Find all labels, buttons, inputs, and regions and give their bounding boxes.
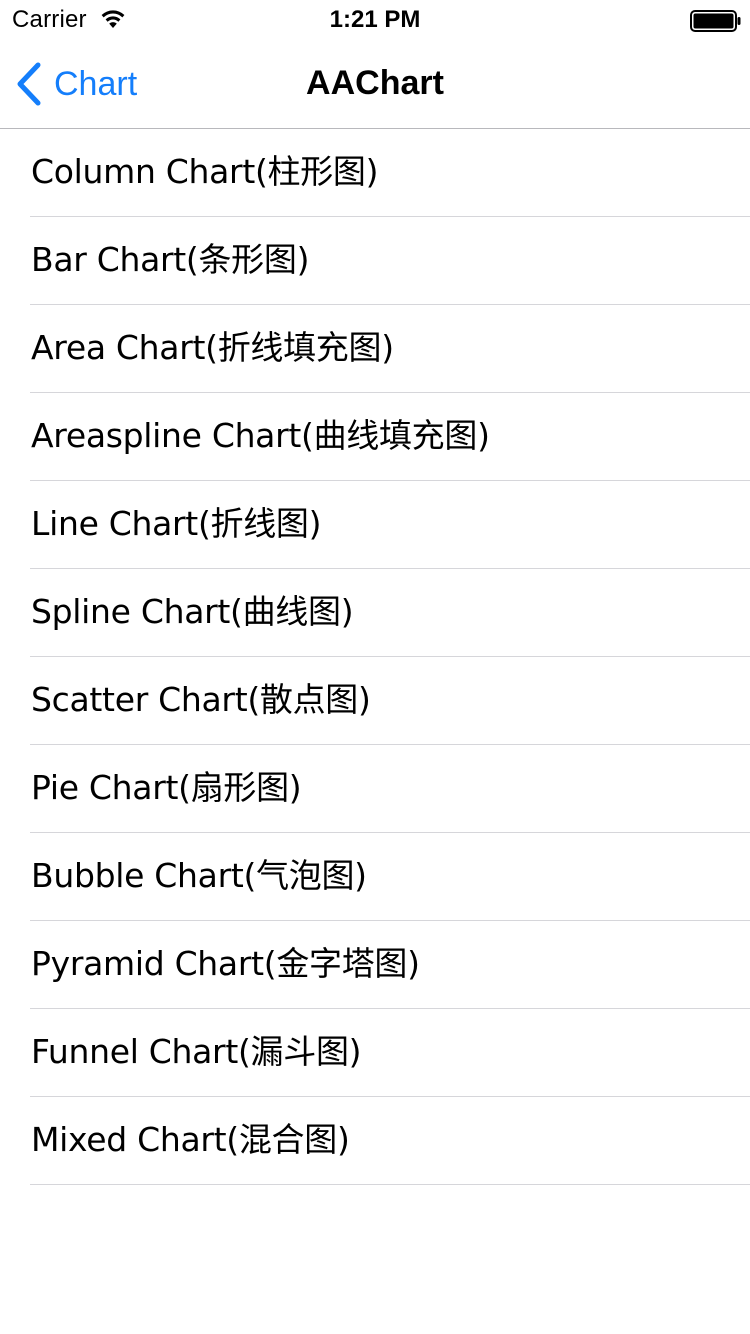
- list-item-label: Pie Chart(扇形图): [31, 768, 302, 807]
- list-item-mixed-chart[interactable]: Mixed Chart(混合图): [30, 1097, 750, 1185]
- list-item-label: Areaspline Chart(曲线填充图): [31, 416, 490, 455]
- list-item-label: Bar Chart(条形图): [31, 240, 310, 279]
- list-item-funnel-chart[interactable]: Funnel Chart(漏斗图): [30, 1009, 750, 1097]
- list-item-column-chart[interactable]: Column Chart(柱形图): [30, 129, 750, 217]
- list-item-label: Funnel Chart(漏斗图): [31, 1032, 362, 1071]
- page-title: AAChart: [306, 64, 444, 102]
- list-item-bar-chart[interactable]: Bar Chart(条形图): [30, 217, 750, 305]
- navigation-bar: Chart AAChart: [0, 40, 750, 129]
- list-item-area-chart[interactable]: Area Chart(折线填充图): [30, 305, 750, 393]
- list-item-scatter-chart[interactable]: Scatter Chart(散点图): [30, 657, 750, 745]
- status-time: 1:21 PM: [329, 6, 421, 33]
- list-item-label: Mixed Chart(混合图): [31, 1120, 350, 1159]
- screen: Carrier 1:21 PM Chart AAChart Column Cha…: [0, 0, 750, 1334]
- status-bar: Carrier 1:21 PM: [0, 0, 750, 40]
- list-item-pyramid-chart[interactable]: Pyramid Chart(金字塔图): [30, 921, 750, 1009]
- list-item-label: Pyramid Chart(金字塔图): [31, 944, 420, 983]
- chart-type-list: Column Chart(柱形图) Bar Chart(条形图) Area Ch…: [0, 129, 750, 1185]
- list-item-areaspline-chart[interactable]: Areaspline Chart(曲线填充图): [30, 393, 750, 481]
- list-item-label: Scatter Chart(散点图): [31, 680, 371, 719]
- list-item-pie-chart[interactable]: Pie Chart(扇形图): [30, 745, 750, 833]
- list-item-label: Bubble Chart(气泡图): [31, 856, 367, 895]
- list-item-label: Column Chart(柱形图): [31, 152, 379, 191]
- list-item-label: Spline Chart(曲线图): [31, 592, 354, 631]
- list-item-label: Area Chart(折线填充图): [31, 328, 394, 367]
- battery-icon: [690, 10, 741, 32]
- list-item-spline-chart[interactable]: Spline Chart(曲线图): [30, 569, 750, 657]
- list-item-bubble-chart[interactable]: Bubble Chart(气泡图): [30, 833, 750, 921]
- list-item-label: Line Chart(折线图): [31, 504, 322, 543]
- list-item-line-chart[interactable]: Line Chart(折线图): [30, 481, 750, 569]
